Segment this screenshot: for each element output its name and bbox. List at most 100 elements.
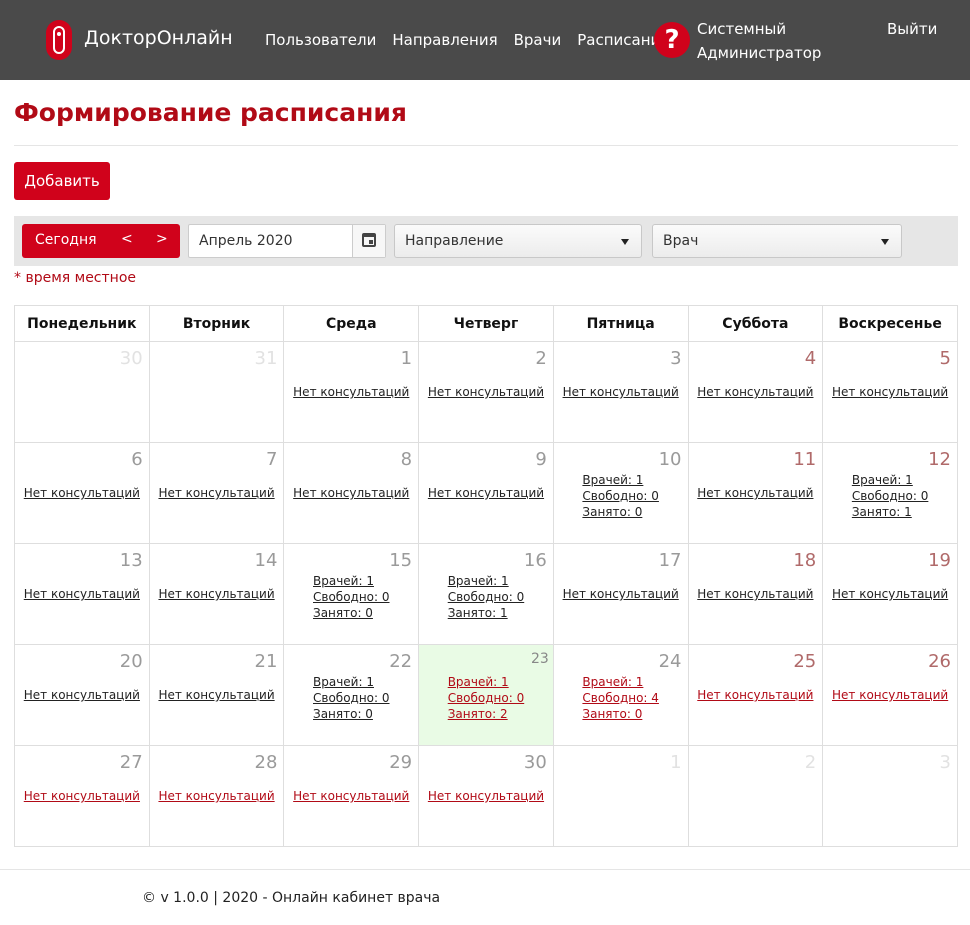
no-consultations-link[interactable]: Нет консультаций <box>689 486 823 500</box>
today-button[interactable]: Сегодня <box>35 232 97 248</box>
day-number: 22 <box>389 651 413 672</box>
stat-line: Свободно: 4 <box>582 691 659 705</box>
calendar-day-cell[interactable]: 2 <box>687 745 824 847</box>
no-consultations-link[interactable]: Нет консультаций <box>823 385 957 399</box>
calendar-day-cell[interactable]: 31 <box>148 341 285 443</box>
calendar-day-cell[interactable]: 20 Нет консультаций <box>14 644 150 746</box>
calendar-day-cell[interactable]: 6 Нет консультаций <box>14 442 150 544</box>
no-consultations-link[interactable]: Нет консультаций <box>150 688 284 702</box>
calendar-day-cell[interactable]: 3 Нет консультаций <box>552 341 689 443</box>
stat-line: Врачей: 1 <box>313 675 374 689</box>
no-consultations-link[interactable]: Нет консультаций <box>689 385 823 399</box>
stat-line: Свободно: 0 <box>313 691 390 705</box>
day-stats-link[interactable]: Врачей: 1 Свободно: 0 Занято: 0 <box>313 674 390 722</box>
stat-line: Занято: 0 <box>313 707 373 721</box>
stat-line: Свободно: 0 <box>851 489 929 503</box>
stat-line: Врачей: 1 <box>582 473 644 487</box>
no-consultations-link[interactable]: Нет консультаций <box>150 587 284 601</box>
no-consultations-link[interactable]: Нет консультаций <box>15 486 149 500</box>
calendar-day-cell[interactable]: 19 Нет консультаций <box>822 543 958 645</box>
brand-logo-icon[interactable] <box>46 20 72 60</box>
calendar-day-cell[interactable]: 11 Нет консультаций <box>687 442 824 544</box>
calendar-day-cell[interactable]: 7 Нет консультаций <box>148 442 285 544</box>
calendar-day-cell[interactable]: 16 Врачей: 1 Свободно: 0 Занято: 1 <box>418 543 554 645</box>
day-stats-link[interactable]: Врачей: 1 Свободно: 4 Занято: 0 <box>582 674 659 722</box>
calendar-day-cell[interactable]: 5 Нет консультаций <box>822 341 958 443</box>
calendar-day-cell[interactable]: 25 Нет консультаций <box>687 644 824 746</box>
calendar-day-cell[interactable]: 1 <box>552 745 689 847</box>
calendar-day-cell[interactable]: 9 Нет консультаций <box>418 442 554 544</box>
day-number: 2 <box>535 348 547 369</box>
calendar-day-cell[interactable]: 23 Врачей: 1 Свободно: 0 Занято: 2 <box>418 644 554 746</box>
no-consultations-link[interactable]: Нет консультаций <box>419 789 553 803</box>
logout-link[interactable]: Выйти <box>887 20 937 38</box>
no-consultations-link[interactable]: Нет консультаций <box>419 385 553 399</box>
no-consultations-link[interactable]: Нет консультаций <box>689 587 823 601</box>
calendar-picker-button[interactable] <box>352 225 385 257</box>
day-stats-link[interactable]: Врачей: 1 Свободно: 0 Занято: 1 <box>852 472 929 520</box>
no-consultations-link[interactable]: Нет консультаций <box>15 587 149 601</box>
weekday-header: Понедельник <box>14 305 150 342</box>
help-icon[interactable]: ? <box>654 22 690 58</box>
calendar-day-cell[interactable]: 4 Нет консультаций <box>687 341 824 443</box>
doctor-select[interactable]: Врач <box>652 224 902 258</box>
add-button[interactable]: Добавить <box>14 162 110 200</box>
calendar-day-cell[interactable]: 10 Врачей: 1 Свободно: 0 Занято: 0 <box>552 442 689 544</box>
no-consultations-link[interactable]: Нет консультаций <box>823 587 957 601</box>
no-consultations-link[interactable]: Нет консультаций <box>284 789 418 803</box>
calendar-day-cell[interactable]: 24 Врачей: 1 Свободно: 4 Занято: 0 <box>552 644 689 746</box>
no-consultations-link[interactable]: Нет консультаций <box>554 385 688 399</box>
calendar-day-cell[interactable]: 14 Нет консультаций <box>148 543 285 645</box>
calendar-day-cell[interactable]: 18 Нет консультаций <box>687 543 824 645</box>
footer-divider <box>0 869 970 870</box>
calendar-day-cell[interactable]: 1 Нет консультаций <box>283 341 420 443</box>
calendar-day-cell[interactable]: 3 <box>822 745 958 847</box>
calendar-day-cell[interactable]: 17 Нет консультаций <box>552 543 689 645</box>
calendar-day-cell[interactable]: 26 Нет консультаций <box>822 644 958 746</box>
prev-month-button[interactable]: < <box>121 231 133 247</box>
nav-users[interactable]: Пользователи <box>265 31 376 49</box>
day-stats-link[interactable]: Врачей: 1 Свободно: 0 Занято: 2 <box>448 674 525 722</box>
day-number: 2 <box>804 752 817 773</box>
nav-doctors[interactable]: Врачи <box>514 31 562 49</box>
calendar-day-cell[interactable]: 22 Врачей: 1 Свободно: 0 Занято: 0 <box>283 644 420 746</box>
calendar-day-cell[interactable]: 27 Нет консультаций <box>14 745 150 847</box>
footer-text: © v 1.0.0 | 2020 - Онлайн кабинет врача <box>142 890 441 906</box>
calendar-day-cell[interactable]: 30 <box>14 341 150 443</box>
day-stats-link[interactable]: Врачей: 1 Свободно: 0 Занято: 0 <box>313 573 390 621</box>
day-stats-link[interactable]: Врачей: 1 Свободно: 0 Занято: 0 <box>582 472 659 520</box>
calendar-day-cell[interactable]: 29 Нет консультаций <box>283 745 420 847</box>
next-month-button[interactable]: > <box>156 231 168 247</box>
no-consultations-link[interactable]: Нет консультаций <box>15 789 149 803</box>
calendar-day-cell[interactable]: 30 Нет консультаций <box>418 745 554 847</box>
no-consultations-link[interactable]: Нет консультаций <box>419 486 553 500</box>
brand-name[interactable]: ДокторОнлайн <box>84 27 233 49</box>
calendar-day-cell[interactable]: 12 Врачей: 1 Свободно: 0 Занято: 1 <box>822 442 958 544</box>
day-stats-link[interactable]: Врачей: 1 Свободно: 0 Занято: 1 <box>448 573 525 621</box>
calendar-day-cell[interactable]: 15 Врачей: 1 Свободно: 0 Занято: 0 <box>283 543 420 645</box>
no-consultations-link[interactable]: Нет консультаций <box>284 486 418 500</box>
day-number: 21 <box>254 651 278 672</box>
weekday-header: Вторник <box>148 305 285 342</box>
doctor-select-label: Врач <box>663 233 699 249</box>
no-consultations-link[interactable]: Нет консультаций <box>554 587 688 601</box>
calendar-day-cell[interactable]: 2 Нет консультаций <box>418 341 554 443</box>
weekday-header: Суббота <box>687 305 824 342</box>
calendar-day-cell[interactable]: 8 Нет консультаций <box>283 442 420 544</box>
no-consultations-link[interactable]: Нет консультаций <box>284 385 418 399</box>
no-consultations-link[interactable]: Нет консультаций <box>689 688 823 702</box>
day-number: 30 <box>523 752 547 773</box>
no-consultations-link[interactable]: Нет консультаций <box>823 688 957 702</box>
nav-directions[interactable]: Направления <box>392 31 497 49</box>
stat-line: Врачей: 1 <box>447 675 509 689</box>
calendar-day-cell[interactable]: 13 Нет консультаций <box>14 543 150 645</box>
no-consultations-link[interactable]: Нет консультаций <box>15 688 149 702</box>
direction-select[interactable]: Направление <box>394 224 642 258</box>
day-number: 26 <box>928 651 951 672</box>
calendar-day-cell[interactable]: 21 Нет консультаций <box>148 644 285 746</box>
no-consultations-link[interactable]: Нет консультаций <box>150 486 284 500</box>
day-number: 4 <box>804 348 817 369</box>
no-consultations-link[interactable]: Нет консультаций <box>150 789 284 803</box>
calendar-day-cell[interactable]: 28 Нет консультаций <box>148 745 285 847</box>
month-input[interactable]: Апрель 2020 <box>188 224 386 258</box>
